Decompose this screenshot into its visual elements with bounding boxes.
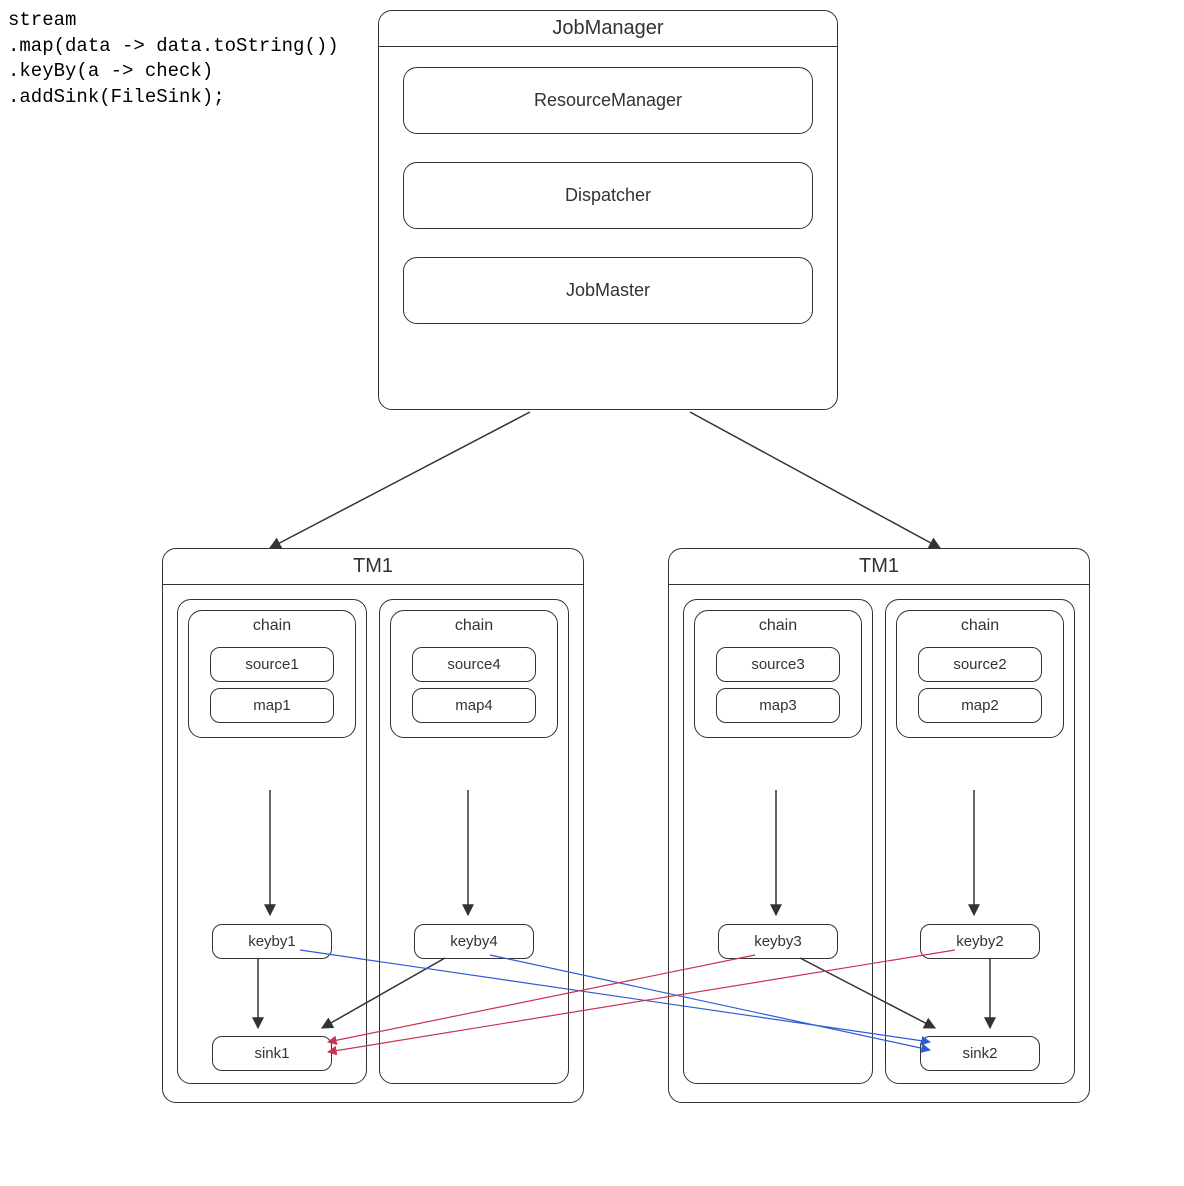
tm-right-title: TM1 — [669, 549, 1089, 585]
source-box: source2 — [918, 647, 1041, 682]
chain-label: chain — [195, 615, 349, 641]
code-line: .keyBy(a -> check) — [8, 60, 213, 82]
keyby-box: keyby1 — [212, 924, 332, 959]
tm-right-box: TM1 chain source3 map3 keyby3 chain sour… — [668, 548, 1090, 1103]
tm-right-slot-2: chain source2 map2 keyby2 sink2 — [885, 599, 1075, 1084]
code-line: stream — [8, 9, 76, 31]
jobmanager-title: JobManager — [379, 11, 837, 47]
code-snippet: stream .map(data -> data.toString()) .ke… — [8, 8, 339, 111]
tm-left-slot-2: chain source4 map4 keyby4 — [379, 599, 569, 1084]
chain-label: chain — [397, 615, 551, 641]
keyby-box: keyby4 — [414, 924, 534, 959]
map-box: map1 — [210, 688, 333, 723]
code-line: .addSink(FileSink); — [8, 86, 225, 108]
sink-box: sink2 — [920, 1036, 1040, 1071]
source-box: source3 — [716, 647, 839, 682]
sink-box: sink1 — [212, 1036, 332, 1071]
keyby-box: keyby2 — [920, 924, 1040, 959]
tm-left-title: TM1 — [163, 549, 583, 585]
source-box: source4 — [412, 647, 535, 682]
chain-box: chain source1 map1 — [188, 610, 356, 738]
chain-label: chain — [903, 615, 1057, 641]
code-line: .map(data -> data.toString()) — [8, 35, 339, 57]
map-box: map4 — [412, 688, 535, 723]
tm-left-box: TM1 chain source1 map1 keyby1 sink1 chai… — [162, 548, 584, 1103]
map-box: map2 — [918, 688, 1041, 723]
chain-label: chain — [701, 615, 855, 641]
tm-right-slot-1: chain source3 map3 keyby3 — [683, 599, 873, 1084]
resource-manager-box: ResourceManager — [403, 67, 813, 134]
chain-box: chain source4 map4 — [390, 610, 558, 738]
chain-box: chain source3 map3 — [694, 610, 862, 738]
jobmaster-box: JobMaster — [403, 257, 813, 324]
jobmanager-box: JobManager ResourceManager Dispatcher Jo… — [378, 10, 838, 410]
map-box: map3 — [716, 688, 839, 723]
chain-box: chain source2 map2 — [896, 610, 1064, 738]
keyby-box: keyby3 — [718, 924, 838, 959]
source-box: source1 — [210, 647, 333, 682]
dispatcher-box: Dispatcher — [403, 162, 813, 229]
tm-left-slot-1: chain source1 map1 keyby1 sink1 — [177, 599, 367, 1084]
